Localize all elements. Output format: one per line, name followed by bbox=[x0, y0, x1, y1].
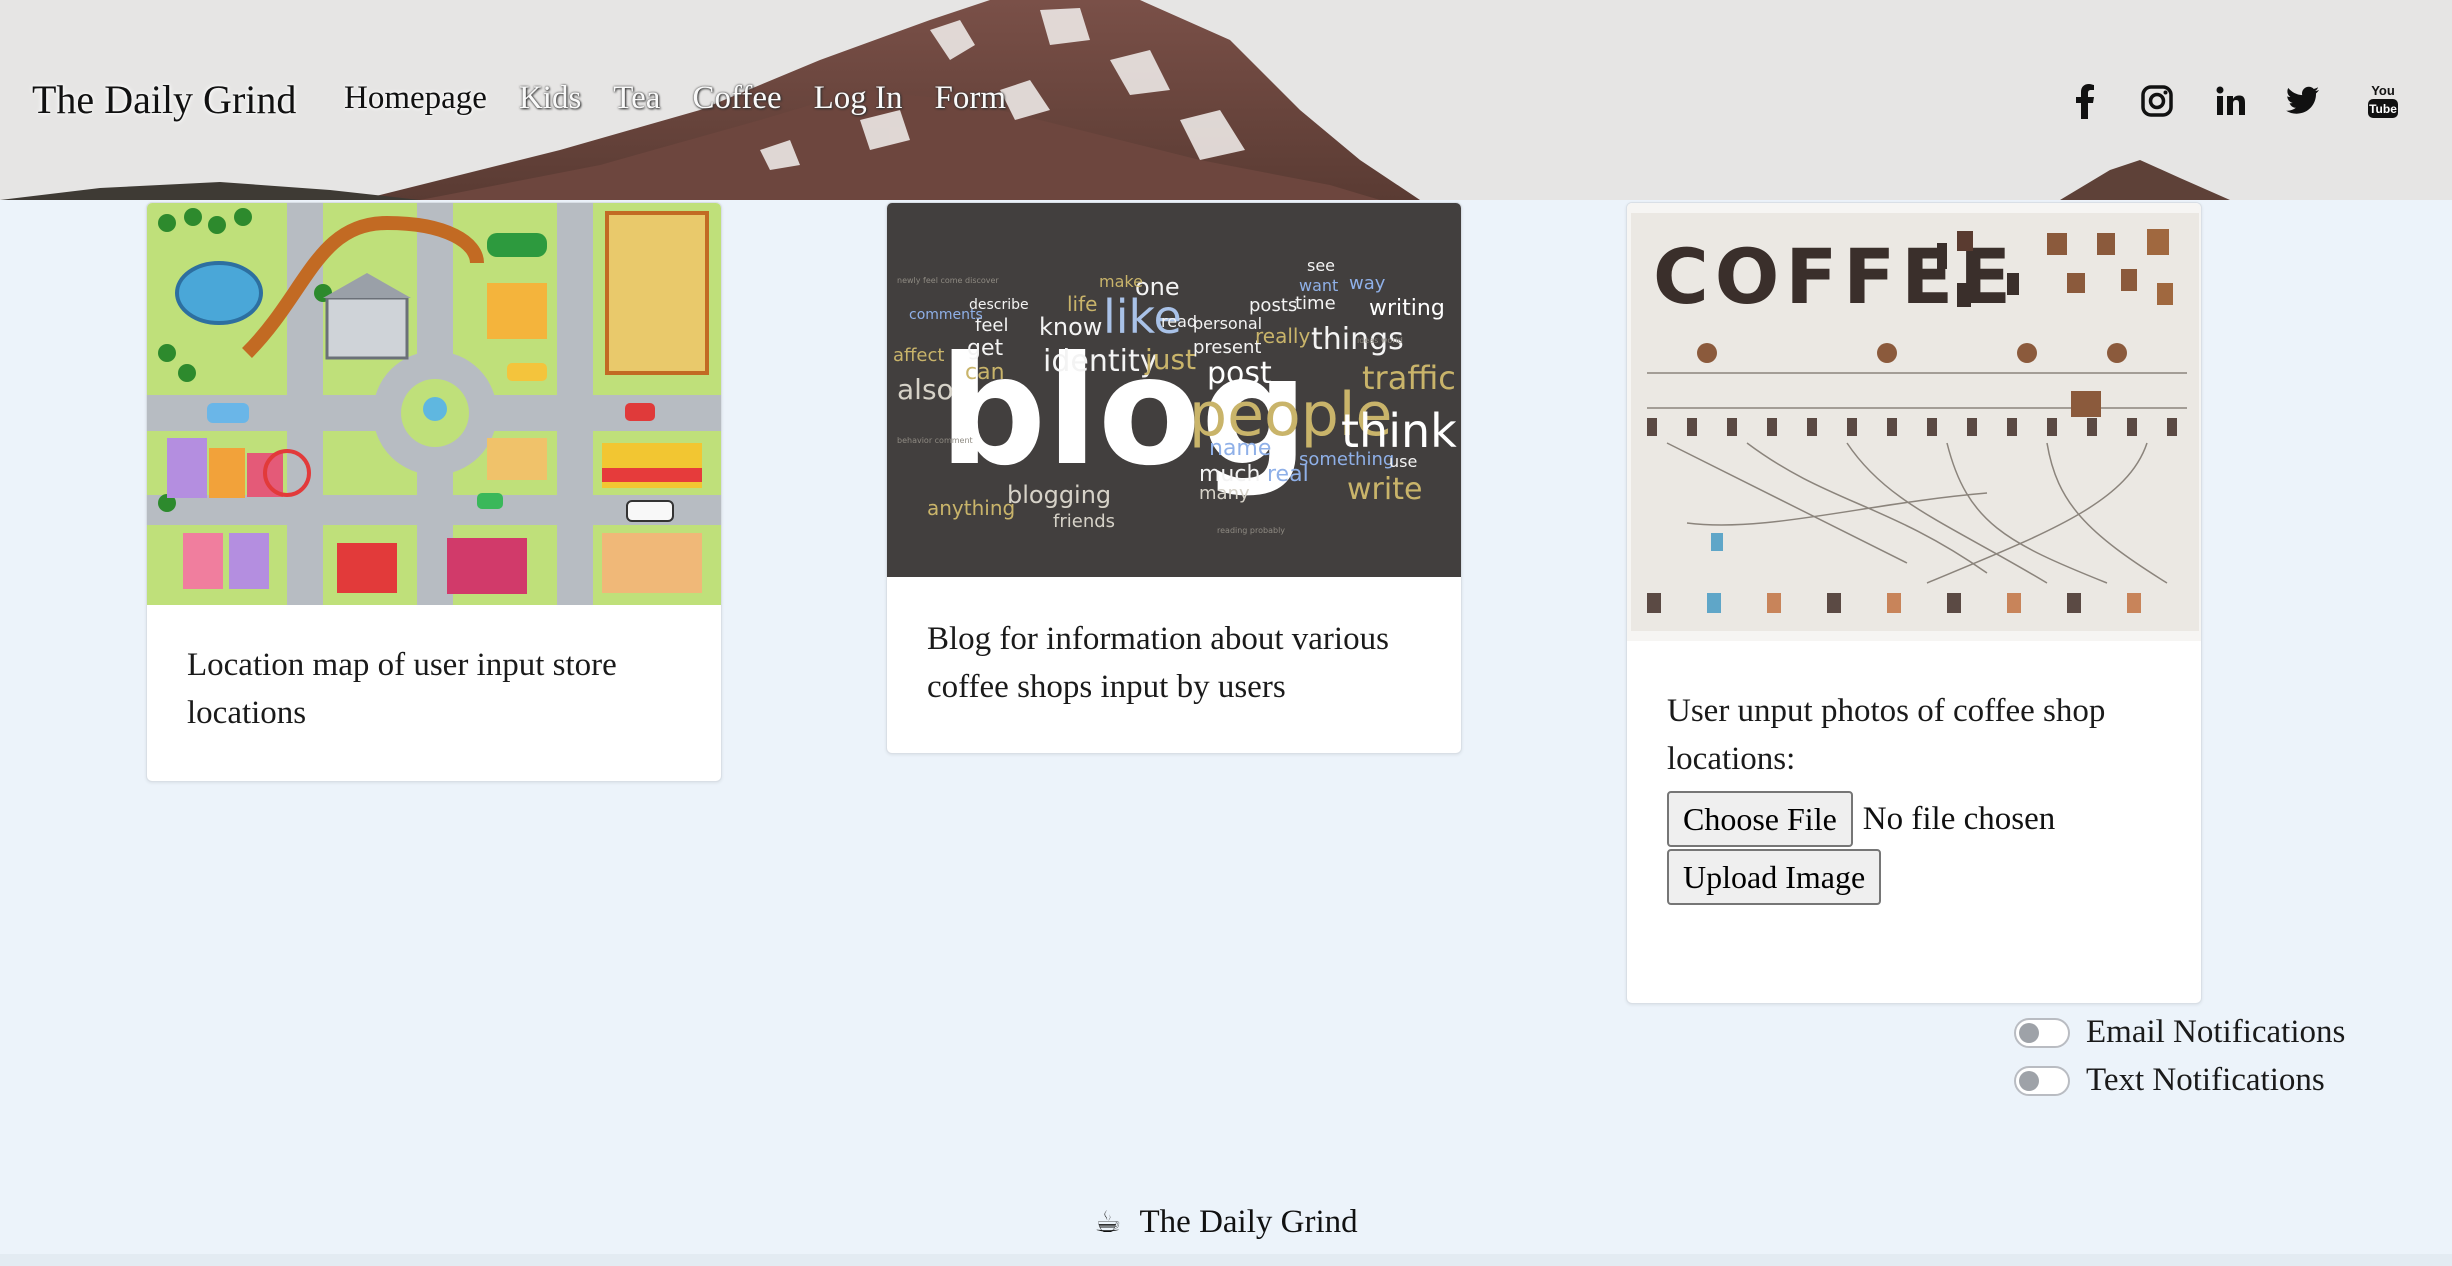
town-map-image[interactable] bbox=[147, 203, 722, 605]
footer-strip bbox=[0, 1254, 2452, 1266]
email-notifications-toggle-row: Email Notifications bbox=[2014, 1014, 2345, 1051]
cloud-word-know: know bbox=[1039, 313, 1102, 341]
coffee-cup-icon: ☕ bbox=[1094, 1205, 1122, 1240]
cloud-word-keep: keep bbox=[1121, 440, 1169, 464]
coffee-chart-image[interactable]: COFFEE bbox=[1627, 203, 2202, 641]
facebook-icon[interactable] bbox=[2066, 82, 2104, 120]
cloud-word-post: post bbox=[1207, 356, 1272, 391]
cloud-word-anything: anything bbox=[927, 496, 1015, 520]
cloud-word-use: use bbox=[1389, 452, 1417, 471]
text-notifications-switch[interactable] bbox=[2014, 1065, 2070, 1096]
cloud-word-also: also bbox=[897, 373, 954, 406]
cloud-word-time: time bbox=[1295, 293, 1336, 314]
cloud-word-blogging: blogging bbox=[1007, 481, 1111, 509]
svg-text:reading probably: reading probably bbox=[1217, 526, 1285, 535]
main-nav: Homepage Kids Tea Coffee Log In Form bbox=[344, 80, 1038, 117]
site-footer: ☕ The Daily Grind bbox=[0, 1204, 2452, 1241]
svg-text:behavior comment: behavior comment bbox=[897, 436, 973, 445]
upload-button-row: Upload Image bbox=[1667, 849, 2161, 905]
cloud-word-writing: writing bbox=[1369, 296, 1445, 321]
blog-word-cloud-image[interactable]: blog people like think identity post tra… bbox=[887, 203, 1462, 577]
cloud-word-really: really bbox=[1255, 324, 1310, 348]
footer-brand: The Daily Grind bbox=[1139, 1204, 1358, 1240]
upload-description: User unput photos of coffee shop locatio… bbox=[1667, 693, 2106, 777]
cloud-word-present: present bbox=[1193, 337, 1261, 358]
card-location-map: Location map of user input store locatio… bbox=[146, 202, 722, 782]
card-blog: blog people like think identity post tra… bbox=[886, 202, 1462, 754]
email-notifications-label: Email Notifications bbox=[2086, 1014, 2346, 1050]
text-notifications-label: Text Notifications bbox=[2086, 1062, 2325, 1098]
cloud-word-can: can bbox=[965, 360, 1005, 385]
card-blog-text: Blog for information about various coffe… bbox=[927, 621, 1389, 705]
text-notifications-toggle-row: Text Notifications bbox=[2014, 1062, 2325, 1099]
cloud-word-describe: describe bbox=[969, 297, 1029, 313]
cloud-word-personal: personal bbox=[1193, 314, 1262, 333]
cloud-word-write: write bbox=[1347, 472, 1422, 507]
file-input: Choose File No file chosen bbox=[1667, 791, 2161, 847]
cloud-word-posts: posts bbox=[1249, 295, 1297, 316]
cloud-word-name: name bbox=[1209, 436, 1271, 461]
cloud-word-traffic: traffic bbox=[1362, 359, 1456, 397]
switch-knob bbox=[2019, 1022, 2039, 1043]
svg-text:ideas world: ideas world bbox=[1357, 336, 1403, 345]
switch-knob bbox=[2019, 1070, 2039, 1091]
nav-kids[interactable]: Kids bbox=[519, 80, 581, 117]
cloud-word-read: read bbox=[1161, 312, 1197, 331]
instagram-icon[interactable] bbox=[2138, 82, 2176, 120]
youtube-icon-text-top: You bbox=[2371, 83, 2395, 98]
cloud-word-get: get bbox=[967, 336, 1004, 361]
file-status-text: No file chosen bbox=[1862, 800, 2056, 837]
twitter-icon[interactable] bbox=[2284, 82, 2322, 120]
card-coffee-upload: COFFEE User unput photos of coffee shop … bbox=[1626, 202, 2202, 1004]
cloud-word-life: life bbox=[1067, 292, 1097, 316]
upload-section: User unput photos of coffee shop locatio… bbox=[1627, 641, 2201, 905]
cloud-word-see: see bbox=[1307, 256, 1335, 275]
cloud-word-friends: friends bbox=[1053, 511, 1115, 532]
nav-form[interactable]: Form bbox=[935, 80, 1007, 117]
site-header: The Daily Grind Homepage Kids Tea Coffee… bbox=[0, 0, 2452, 200]
cloud-word-want: want bbox=[1299, 276, 1338, 295]
nav-log-in[interactable]: Log In bbox=[814, 80, 903, 117]
cloud-word-identity: identity bbox=[1043, 344, 1157, 379]
linkedin-icon[interactable] bbox=[2212, 82, 2250, 120]
cloud-word-many: many bbox=[1199, 483, 1250, 504]
cloud-word-something: something bbox=[1299, 449, 1394, 470]
email-notifications-switch[interactable] bbox=[2014, 1017, 2070, 1048]
choose-file-button[interactable]: Choose File bbox=[1667, 791, 1853, 847]
cloud-word-way: way bbox=[1349, 273, 1386, 294]
nav-tea[interactable]: Tea bbox=[613, 80, 660, 117]
nav-homepage[interactable]: Homepage bbox=[344, 80, 487, 117]
svg-text:newly feel come discover: newly feel come discover bbox=[897, 276, 999, 285]
cloud-word-affect: affect bbox=[893, 345, 944, 366]
upload-image-button[interactable]: Upload Image bbox=[1667, 849, 1882, 905]
card-location-map-text: Location map of user input store locatio… bbox=[187, 647, 617, 731]
cloud-word-make: make bbox=[1099, 272, 1143, 291]
brand-title[interactable]: The Daily Grind bbox=[32, 76, 296, 123]
youtube-icon-text-bottom: Tube bbox=[2369, 102, 2397, 116]
cloud-word-just: just bbox=[1144, 343, 1196, 376]
nav-coffee[interactable]: Coffee bbox=[692, 80, 781, 117]
youtube-icon[interactable]: You Tube bbox=[2366, 82, 2400, 120]
